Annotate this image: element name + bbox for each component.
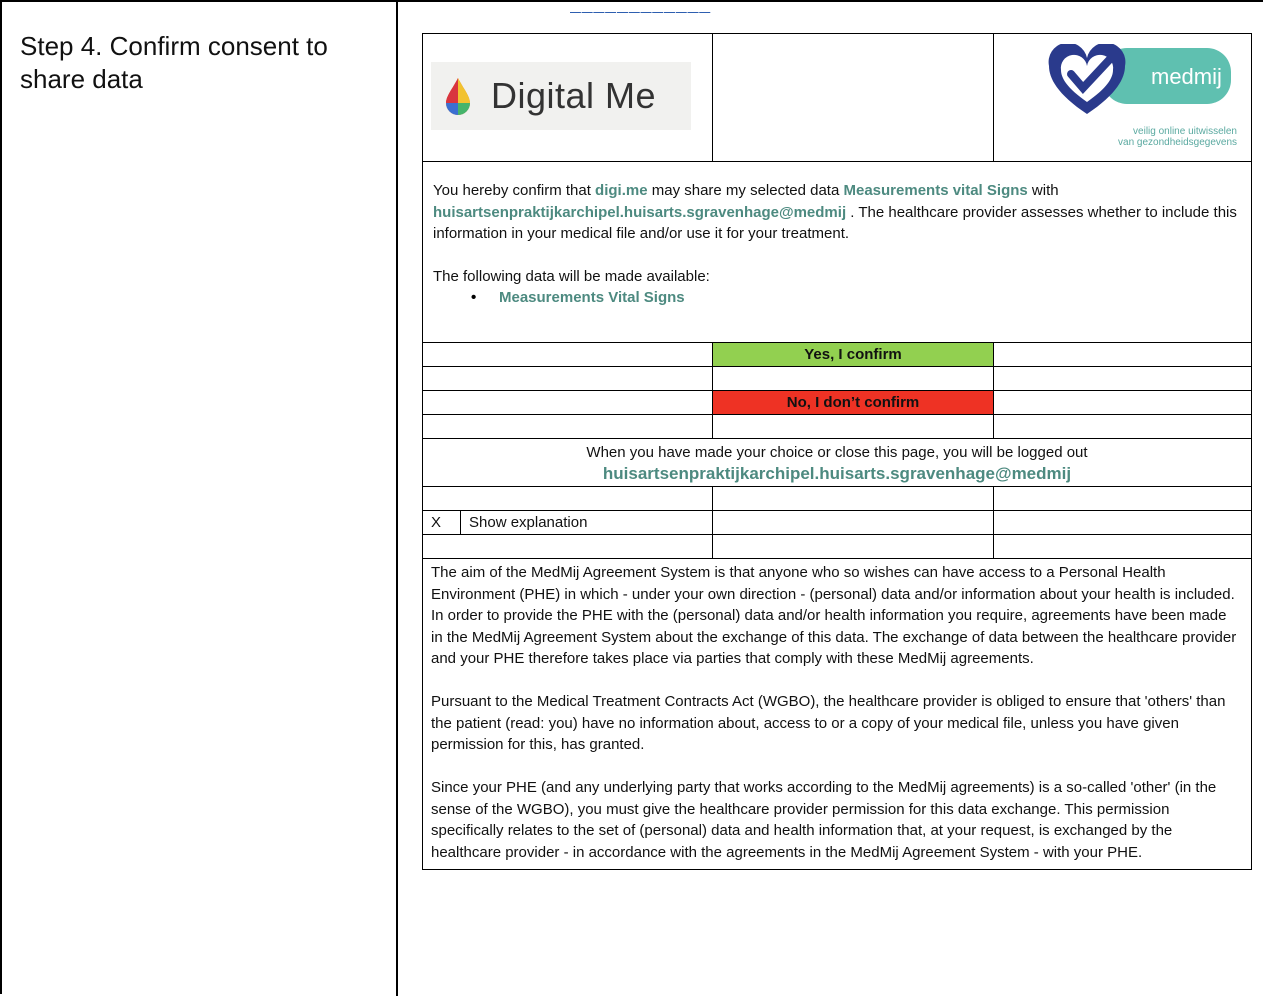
logout-notice-row: When you have made your choice or close … <box>423 439 1251 487</box>
explanation-paragraph: The aim of the MedMij Agreement System i… <box>431 564 1237 667</box>
deny-row: No, I don’t confirm <box>423 391 1251 415</box>
step-column: Step 4. Confirm consent to share data <box>2 2 398 996</box>
available-heading: The following data will be made availabl… <box>433 267 710 285</box>
step-title: Step 4. Confirm consent to share data <box>20 31 328 94</box>
explanation-text: The aim of the MedMij Agreement System i… <box>423 559 1251 869</box>
logout-message: When you have made your choice or close … <box>586 444 1088 461</box>
spacer-row <box>423 535 1251 559</box>
medmij-heart-icon: medmij <box>1048 42 1231 115</box>
explanation-paragraph: Since your PHE (and any underlying party… <box>431 779 1217 861</box>
mockup-column: ▔▔▔▔▔▔▔▔▔▔▔▔ Digital Me medmij veilig on… <box>400 2 1263 996</box>
medmij-caption: veilig online uitwisselen van gezondheid… <box>1118 126 1237 148</box>
confirm-row: Yes, I confirm <box>423 343 1251 367</box>
logo-spacer-cell <box>713 34 994 161</box>
digital-me-wordmark: Digital Me <box>491 75 657 116</box>
explanation-checkbox[interactable]: X <box>423 511 461 534</box>
colorful-drop-icon <box>446 78 470 115</box>
explanation-paragraph: Pursuant to the Medical Treatment Contra… <box>431 693 1226 753</box>
consent-statement: You hereby confirm that digi.me may shar… <box>423 162 1251 342</box>
logout-email: huisartsenpraktijkarchipel.huisarts.sgra… <box>602 464 1072 483</box>
digital-me-logo: Digital Me <box>431 62 691 130</box>
provider-email: huisartsenpraktijkarchipel.huisarts.sgra… <box>433 203 847 221</box>
explanation-toggle-row: X Show explanation <box>423 511 1251 535</box>
explanation-toggle-label[interactable]: Show explanation <box>461 511 712 534</box>
medmij-logo-cell: medmij veilig online uitwisselen van gez… <box>994 34 1251 161</box>
app-name: digi.me <box>595 182 648 199</box>
medmij-heart-logo: medmij veilig online uitwisselen van gez… <box>1047 42 1237 154</box>
logo-row: Digital Me medmij veilig online uitwisse… <box>423 34 1251 162</box>
spacer-row <box>423 367 1251 391</box>
list-item: Measurements Vital Signs <box>471 287 1241 309</box>
selected-data-name: Measurements vital Signs <box>843 182 1028 199</box>
explanation-row: The aim of the MedMij Agreement System i… <box>423 559 1251 869</box>
medmij-wordmark: medmij <box>1151 64 1222 89</box>
confirm-button[interactable]: Yes, I confirm <box>713 343 994 366</box>
available-data-list: Measurements Vital Signs <box>433 287 1241 309</box>
cropped-link-text: ▔▔▔▔▔▔▔▔▔▔▔▔ <box>570 12 712 22</box>
spacer-row <box>423 415 1251 439</box>
page-frame: Step 4. Confirm consent to share data ▔▔… <box>0 0 1263 996</box>
deny-button[interactable]: No, I don’t confirm <box>713 391 994 414</box>
digital-me-logo-cell: Digital Me <box>423 34 713 161</box>
consent-screen: Digital Me medmij veilig online uitwisse… <box>422 33 1252 870</box>
consent-paragraph: You hereby confirm that digi.me may shar… <box>433 182 1237 242</box>
spacer-row <box>423 487 1251 511</box>
consent-text-row: You hereby confirm that digi.me may shar… <box>423 162 1251 343</box>
